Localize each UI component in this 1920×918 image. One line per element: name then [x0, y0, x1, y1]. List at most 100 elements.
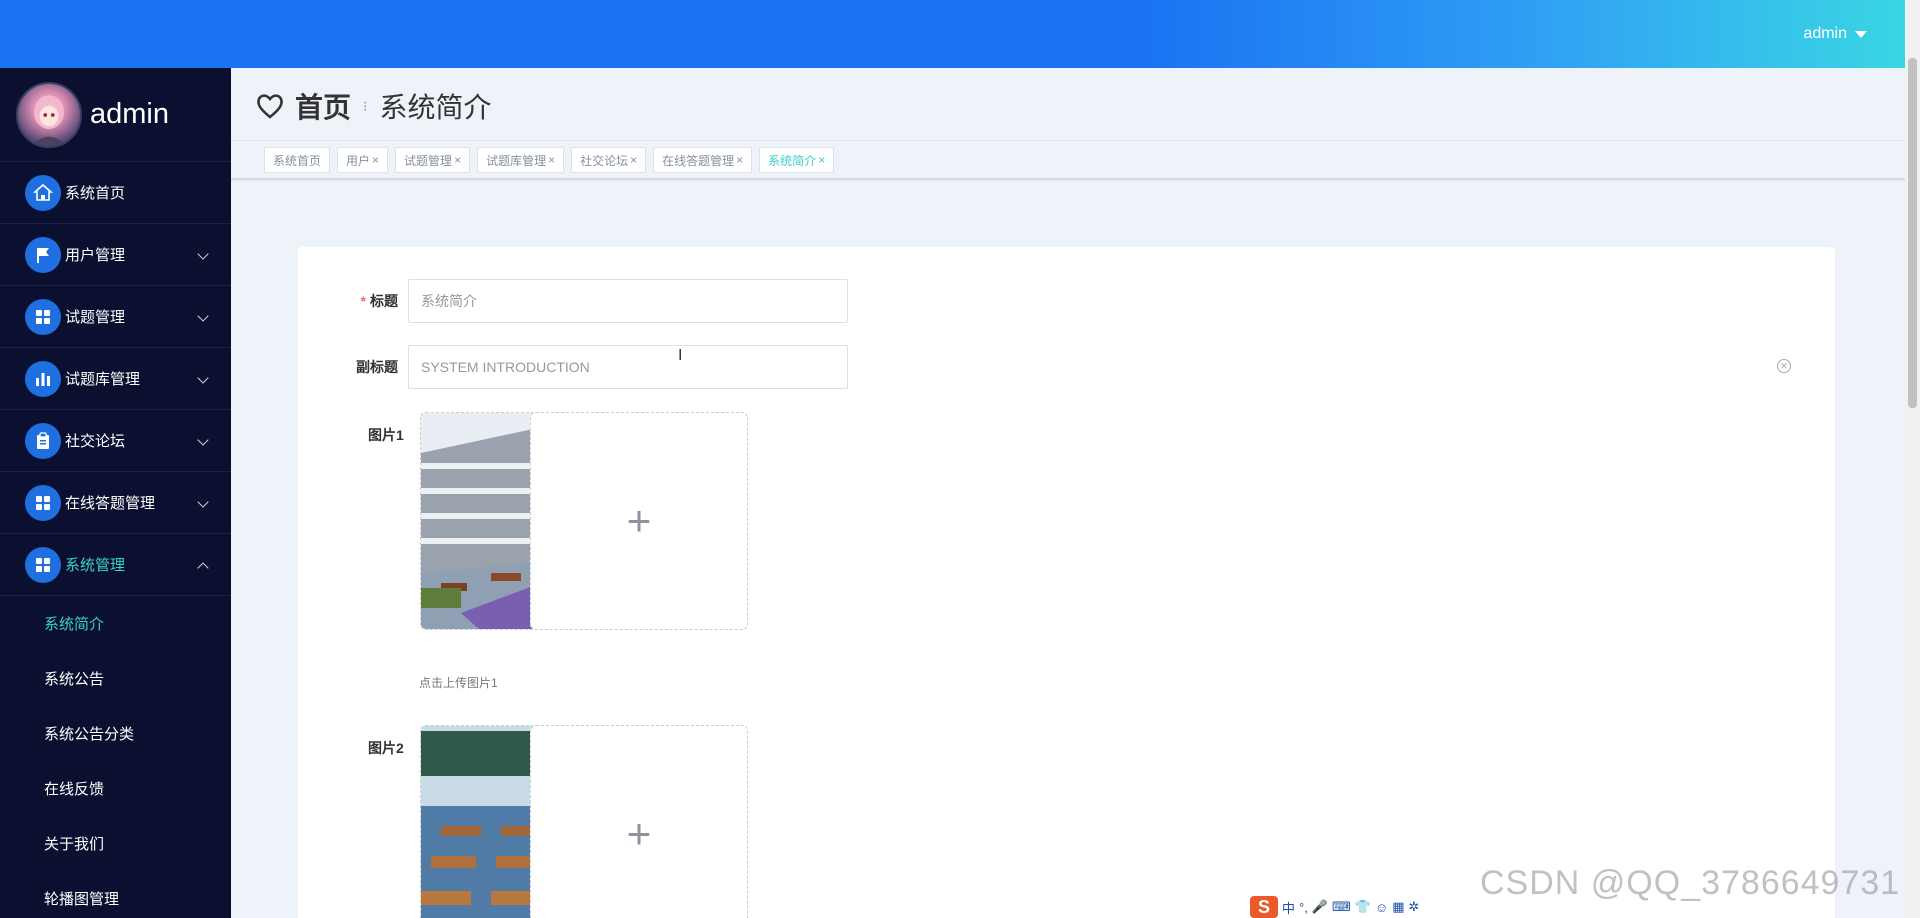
settings-icon[interactable]: ✲ [1409, 899, 1420, 915]
sidebar-subitem-announcement-category[interactable]: 系统公告分类 [0, 706, 231, 761]
grid-icon [25, 298, 61, 335]
form-card: *标题 副标题 ✕ 图片1 + [298, 247, 1835, 918]
flag-icon [25, 236, 61, 273]
top-bar: admin [0, 0, 1905, 68]
sidebar-item-label: 试题管理 [65, 309, 126, 326]
sidebar-item-label: 社交论坛 [65, 433, 126, 450]
avatar [16, 81, 82, 148]
sidebar-item-system[interactable]: 系统管理 [0, 534, 231, 596]
sidebar-subitem-system-intro[interactable]: 系统简介 [0, 596, 231, 651]
bar-chart-icon [25, 360, 61, 397]
sidebar-item-online-answer[interactable]: 在线答题管理 [0, 472, 231, 534]
tag-home[interactable]: 系统首页 [264, 147, 331, 173]
tag-label: 社交论坛 [580, 153, 629, 168]
title-row: * 标题 [298, 279, 848, 323]
plus-icon: + [626, 497, 652, 544]
skin-icon[interactable]: 👕 [1355, 899, 1371, 915]
chevron-down-icon [197, 248, 209, 260]
user-menu[interactable]: admin [1803, 25, 1867, 43]
sidebar-brand: admin [0, 68, 231, 162]
close-icon[interactable]: × [548, 153, 555, 167]
microphone-icon[interactable]: 🎤 [1312, 899, 1328, 915]
image1-label: 图片1 [368, 427, 404, 443]
emoji-icon[interactable]: ☺ [1375, 900, 1388, 915]
breadcrumb-separator: ⁝ [363, 97, 368, 114]
tag-label: 用户 [346, 153, 371, 168]
clipboard-icon [25, 422, 61, 459]
tag-question-bank[interactable]: 试题库管理 × [477, 147, 565, 173]
subtitle-label: 副标题 [356, 359, 398, 375]
clear-icon[interactable]: ✕ [1777, 359, 1791, 373]
sidebar-subitem-carousel[interactable]: 轮播图管理 [0, 871, 231, 918]
keyboard-icon[interactable]: ⌨ [1332, 899, 1351, 915]
sidebar-item-home[interactable]: 系统首页 [0, 162, 231, 224]
breadcrumb: 首页 ⁝ 系统简介 [255, 86, 491, 126]
image2-label: 图片2 [368, 740, 404, 756]
text-cursor-icon: I [678, 347, 683, 364]
home-icon [25, 174, 61, 211]
title-input[interactable] [408, 279, 848, 323]
sidebar-item-questions[interactable]: 试题管理 [0, 286, 231, 348]
tag-system-intro[interactable]: 系统简介 × [759, 147, 835, 173]
sidebar-item-label: 系统首页 [65, 185, 126, 202]
sidebar-item-label: 试题库管理 [65, 371, 141, 388]
grid-icon [25, 546, 61, 583]
title-label: * 标题 [298, 291, 408, 311]
image2-upload[interactable]: + [530, 725, 748, 918]
tag-forum[interactable]: 社交论坛 × [571, 147, 647, 173]
title-label-text: 标题 [370, 293, 398, 309]
sidebar-subitem-announcement[interactable]: 系统公告 [0, 651, 231, 706]
breadcrumb-current: 系统简介 [379, 92, 492, 123]
sidebar-item-label: 系统管理 [65, 557, 126, 574]
sidebar-item-label: 用户管理 [65, 247, 126, 264]
brand-name: admin [90, 98, 169, 130]
close-icon[interactable]: × [630, 153, 637, 167]
sidebar-item-users[interactable]: 用户管理 [0, 224, 231, 286]
tags-view: 系统首页 用户 × 试题管理 × 试题库管理 × 社交论坛 × 在线答题管理 × 系统简介… [264, 147, 835, 173]
chevron-down-icon [197, 310, 209, 322]
apps-icon[interactable]: ▦ [1392, 899, 1404, 915]
sogou-logo-icon: S [1250, 896, 1278, 918]
divider [231, 140, 1905, 141]
tag-label: 系统简介 [768, 153, 817, 168]
scrollbar-thumb[interactable] [1908, 58, 1917, 408]
ime-toolbar[interactable]: S 中 °, 🎤 ⌨ 👕 ☺ ▦ ✲ [1246, 894, 1424, 918]
image1-upload[interactable]: + [530, 412, 748, 630]
tag-label: 在线答题管理 [662, 153, 735, 168]
chevron-down-icon [197, 496, 209, 508]
image1-hint: 点击上传图片1 [419, 676, 498, 690]
subtitle-input[interactable] [408, 345, 848, 389]
close-icon[interactable]: × [454, 153, 461, 167]
subtitle-row: 副标题 [298, 345, 848, 389]
divider [231, 178, 1905, 180]
tag-users[interactable]: 用户 × [337, 147, 389, 173]
ime-punctuation[interactable]: °, [1299, 900, 1308, 915]
caret-down-icon [1855, 30, 1867, 38]
ime-chinese-mode[interactable]: 中 [1282, 898, 1295, 917]
required-mark: * [360, 293, 366, 309]
user-name: admin [1803, 25, 1847, 42]
sidebar-subitem-feedback[interactable]: 在线反馈 [0, 761, 231, 816]
tag-label: 系统首页 [273, 153, 322, 168]
sidebar-item-question-bank[interactable]: 试题库管理 [0, 348, 231, 410]
tag-online-answer[interactable]: 在线答题管理 × [653, 147, 753, 173]
close-icon[interactable]: × [818, 153, 825, 167]
sidebar-item-forum[interactable]: 社交论坛 [0, 410, 231, 472]
sidebar: admin 系统首页 用户管理 试题管理 试题库管理 社交论坛 在线答题管理 系… [0, 68, 231, 918]
sidebar-item-label: 在线答题管理 [65, 495, 156, 512]
tag-label: 试题库管理 [486, 153, 547, 168]
close-icon[interactable]: × [736, 153, 743, 167]
chevron-up-icon [197, 562, 209, 574]
tag-label: 试题管理 [404, 153, 453, 168]
grid-icon [25, 484, 61, 521]
chevron-down-icon [197, 372, 209, 384]
tag-questions[interactable]: 试题管理 × [395, 147, 471, 173]
chevron-down-icon [197, 434, 209, 446]
heart-icon [257, 94, 283, 119]
page-scrollbar[interactable] [1905, 0, 1920, 918]
close-icon[interactable]: × [372, 153, 379, 167]
watermark: CSDN @QQ_3786649731 [1480, 864, 1901, 902]
sidebar-subitem-about[interactable]: 关于我们 [0, 816, 231, 871]
plus-icon: + [626, 810, 652, 857]
breadcrumb-home[interactable]: 首页 [295, 86, 351, 126]
